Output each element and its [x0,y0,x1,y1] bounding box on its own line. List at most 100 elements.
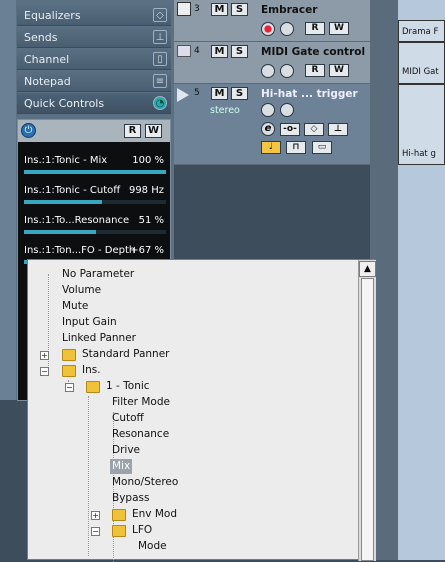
tree-line [88,396,89,556]
collapse-minus-icon[interactable]: − [65,383,74,392]
monitor-icon[interactable] [280,22,294,36]
scrollbar[interactable]: ▲ [358,260,376,561]
event-clip[interactable]: Drama F [398,20,445,42]
write-button[interactable]: W [329,64,349,77]
event-display: Drama F MIDI Gat Hi-hat g [398,0,445,560]
event-clip[interactable]: Hi-hat g [398,84,445,165]
expand-plus-icon[interactable]: + [40,351,49,360]
track-number: 4 [194,46,200,56]
qc-fill [24,200,103,204]
send-bypass-icon[interactable]: ⊥ [328,123,348,136]
solo-button[interactable]: S [231,45,248,58]
inspector-edge [0,0,16,400]
track-name: Embracer [261,4,318,16]
qc-slider[interactable] [24,170,166,174]
read-button[interactable]: R [305,64,325,77]
qc-value: 998 Hz [128,185,164,196]
track-row-selected[interactable]: 5 M S Hi-hat ... trigger stereo e -o- ◇ … [174,84,370,165]
tree-item[interactable]: Volume [62,283,101,298]
power-icon[interactable]: ⏻ [21,123,36,138]
expand-plus-icon[interactable]: + [91,511,100,520]
tree-item[interactable]: Filter Mode [112,395,170,410]
lock-icon[interactable]: ⊓ [286,141,306,154]
expand-arrow-icon[interactable] [177,88,189,102]
tree-item[interactable]: Linked Panner [62,331,136,346]
track-name: Hi-hat ... trigger [261,88,358,100]
solo-button[interactable]: S [231,3,248,16]
tree-item[interactable]: Env Mod [132,507,177,522]
monitor-icon[interactable] [280,103,294,117]
qc-row[interactable]: Ins.:1:To...Resonance 51 % [24,214,166,228]
qc-write-button[interactable]: W [145,124,162,138]
tree-item[interactable]: Drive [112,443,140,458]
mute-button[interactable]: M [211,87,228,100]
collapse-minus-icon[interactable]: − [91,527,100,536]
event-clip[interactable]: MIDI Gat [398,42,445,84]
qc-read-button[interactable]: R [124,124,141,138]
section-notepad[interactable]: Notepad ≡ [17,71,171,92]
folder-icon [112,509,126,521]
track-io-label: stereo [210,105,240,116]
track-number: 5 [194,88,200,98]
tree-item[interactable]: Mono/Stereo [112,475,178,490]
qc-row[interactable]: Ins.:1:Tonic - Mix 100 % [24,154,166,168]
lane-display-icon[interactable]: ▭ [312,141,332,154]
track-row[interactable]: 4 M S MIDI Gate control R W [174,42,370,84]
section-quick-controls[interactable]: Quick Controls ◔ [17,93,171,114]
tree-item[interactable]: Bypass [112,491,149,506]
track-instrument-icon [177,2,191,16]
qc-label: Ins.:1:Ton...FO - Depth [24,245,136,256]
tree-item[interactable]: Mode [138,539,167,554]
solo-button[interactable]: S [231,87,248,100]
folder-icon [112,525,126,537]
mute-button[interactable]: M [211,3,228,16]
tree-item[interactable]: No Parameter [62,267,134,282]
quick-controls-icon: ◔ [153,96,167,110]
qc-value: 51 % [138,215,164,226]
write-button[interactable]: W [329,22,349,35]
qc-slider[interactable] [24,200,166,204]
tree-item[interactable]: LFO [132,523,152,538]
collapse-minus-icon[interactable]: − [40,367,49,376]
track-list-empty [174,165,370,260]
parameter-tree-popup[interactable]: No Parameter Volume Mute Input Gain Link… [27,259,376,562]
section-equalizers[interactable]: Equalizers ◇ [17,5,171,26]
eq-bypass-icon[interactable]: ◇ [304,123,324,136]
monitor-icon[interactable] [280,64,294,78]
record-enable-icon[interactable] [261,22,275,36]
timebase-icon[interactable]: ♩ [261,141,281,154]
tree-item[interactable]: Resonance [112,427,169,442]
tree-item[interactable]: Ins. [82,363,101,378]
channel-icon: ▯ [153,52,167,66]
qc-row[interactable]: Ins.:1:Ton...FO - Depth +67 % [24,244,166,258]
tree-item[interactable]: Mute [62,299,88,314]
insert-bypass-icon[interactable]: -o- [280,123,300,136]
qc-slider[interactable] [24,230,166,234]
record-enable-icon[interactable] [261,64,275,78]
qc-label: Ins.:1:To...Resonance [24,215,130,226]
mute-button[interactable]: M [211,45,228,58]
tree-item[interactable]: Cutoff [112,411,144,426]
qc-row[interactable]: Ins.:1:Tonic - Cutoff 998 Hz [24,184,166,198]
track-number: 3 [194,4,200,14]
eq-diamond-icon: ◇ [153,8,167,22]
folder-icon [62,349,76,361]
tree-item[interactable]: Standard Panner [82,347,170,362]
read-button[interactable]: R [305,22,325,35]
tree-item[interactable]: 1 - Tonic [106,379,150,394]
clip-label: Hi-hat g [402,149,436,159]
scroll-up-icon[interactable]: ▲ [359,261,376,277]
tree-item[interactable]: Input Gain [62,315,117,330]
notepad-icon: ≡ [153,74,167,88]
sends-icon: ⊥ [153,30,167,44]
section-label: Quick Controls [24,97,105,110]
record-enable-icon[interactable] [261,103,275,117]
edit-channel-icon[interactable]: e [261,122,275,136]
scroll-track[interactable] [361,278,374,561]
section-channel[interactable]: Channel ▯ [17,49,171,70]
tree-item-selected[interactable]: Mix [110,459,133,474]
section-sends[interactable]: Sends ⊥ [17,27,171,48]
track-row[interactable]: 3 M S Embracer R W [174,0,370,42]
qc-label: Ins.:1:Tonic - Mix [24,155,108,166]
track-list: 3 M S Embracer R W 4 M S MIDI Gate contr… [174,0,370,165]
